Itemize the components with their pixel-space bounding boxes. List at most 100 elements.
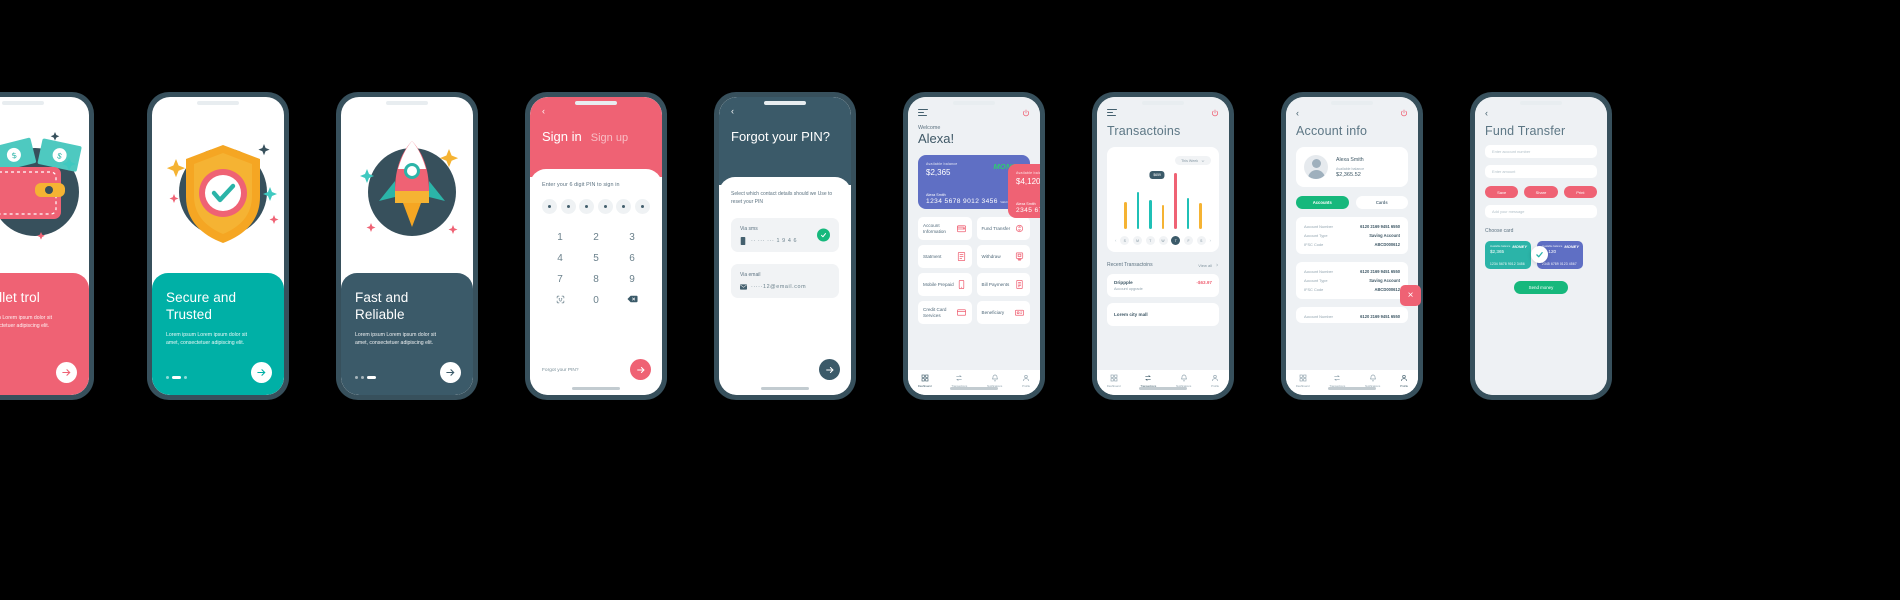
tab-profile[interactable]: Profile [1022,374,1030,388]
key-0[interactable]: 0 [578,295,614,307]
tab-transactions[interactable]: Transactions [1140,374,1156,388]
tab-notifications[interactable]: Notifications [1176,374,1191,388]
account-card[interactable]: Account Number 6120 2169 9451 6550 [1296,307,1408,323]
dot[interactable] [355,376,358,379]
tab-notifications[interactable]: Notifications [987,374,1002,388]
day-s[interactable]: S [1120,236,1130,245]
tab-dashboard[interactable]: Dashboard [918,374,932,388]
share-button[interactable]: Share [1524,186,1558,198]
dot[interactable] [184,376,187,379]
card-option-1[interactable]: MONEY Available balance $2,365 1234 5678… [1485,241,1531,269]
pagination-dots[interactable] [166,376,187,379]
pin-cell[interactable] [579,199,595,214]
next-button[interactable] [251,362,272,383]
view-all-link[interactable]: View all [1198,263,1219,268]
key-8[interactable]: 8 [578,274,614,285]
backspace-icon[interactable] [614,295,650,307]
secondary-card[interactable]: Available balance $4,120 Alexa Smith 234… [1008,164,1040,219]
pin-cell[interactable] [597,199,613,214]
card-chooser[interactable]: MONEY Available balance $2,365 1234 5678… [1485,241,1597,269]
tab-signup[interactable]: Sign up [591,132,628,144]
tile-withdraw[interactable]: Withdraw [976,245,1030,269]
back-button[interactable]: ‹ [542,107,545,116]
pin-cell[interactable] [616,199,632,214]
key-4[interactable]: 4 [542,253,578,264]
tab-dashboard[interactable]: Dashboard [1296,374,1310,388]
segment-cards[interactable]: Cards [1355,196,1408,209]
menu-icon[interactable] [918,109,928,118]
close-icon[interactable]: × [1400,285,1421,306]
save-button[interactable]: Save [1485,186,1519,198]
pin-cell[interactable] [542,199,557,214]
range-selector[interactable]: This Week [1175,156,1211,165]
key-9[interactable]: 9 [614,274,650,285]
bottom-tab-bar[interactable]: Dashboard Transactions Notifications Pro… [1097,370,1229,395]
pin-cell[interactable] [634,199,650,214]
pagination-dots[interactable] [355,376,376,379]
key-7[interactable]: 7 [542,274,578,285]
transaction-row[interactable]: Lorem city mall [1107,303,1219,326]
dot[interactable] [361,376,364,379]
next-button[interactable] [56,362,77,383]
day-s2[interactable]: S [1196,236,1206,245]
key-5[interactable]: 5 [578,253,614,264]
tile-mobile-prepaid[interactable]: Mobile Prepaid [918,273,972,297]
chevron-left-icon[interactable]: ‹ [1115,238,1117,243]
day-m[interactable]: M [1133,236,1142,245]
key-1[interactable]: 1 [542,232,578,243]
dot-active[interactable] [172,376,181,379]
message-input[interactable]: Add your message [1485,205,1597,218]
account-card[interactable]: Account Number 6120 2169 9451 6550 Accoun… [1296,217,1408,254]
segmented-control[interactable]: Accounts Cards [1296,196,1408,209]
tile-fund-transfer[interactable]: Fund Transfer [976,217,1030,241]
transaction-row[interactable]: Drippple Account upgrade -$63.97 [1107,274,1219,297]
day-t[interactable]: T [1145,236,1155,245]
back-button[interactable]: ‹ [1485,109,1488,118]
forgot-pin-link[interactable]: Forgot your PIN? [542,368,579,373]
tab-dashboard[interactable]: Dashboard [1107,374,1121,388]
tab-signin[interactable]: Sign in [542,129,582,144]
bottom-tab-bar[interactable]: Dashboard Transactions Notifications Pro… [908,370,1040,395]
day-f[interactable]: F [1184,236,1193,245]
chevron-right-icon[interactable]: › [1210,238,1212,243]
account-number-input[interactable]: Enter account number [1485,145,1597,158]
print-button[interactable]: Print [1563,186,1597,198]
amount-input[interactable]: Enter amount [1485,165,1597,178]
segment-accounts[interactable]: Accounts [1296,196,1349,209]
tile-beneficiary[interactable]: Beneficiary [976,301,1030,325]
bottom-tab-bar[interactable]: Dashboard Transactions Notifications Pro… [1286,370,1418,395]
day-t-selected[interactable]: T [1171,236,1181,245]
key-6[interactable]: 6 [614,253,650,264]
tab-notifications[interactable]: Notifications [1365,374,1380,388]
tab-transactions[interactable]: Transactions [1329,374,1345,388]
day-selector[interactable]: ‹ S M T W T F S › [1115,236,1211,245]
key-3[interactable]: 3 [614,232,650,243]
face-id-icon[interactable] [542,295,578,307]
account-card[interactable]: Account Number 6120 2169 9451 6550 Accoun… [1296,262,1408,299]
back-button[interactable]: ‹ [1296,109,1299,118]
dot-active[interactable] [367,376,376,379]
tab-profile[interactable]: Profile [1400,374,1408,388]
pin-input[interactable] [542,199,650,214]
next-button[interactable] [440,362,461,383]
back-button[interactable]: ‹ [731,107,734,116]
pin-cell[interactable] [560,199,576,214]
submit-button[interactable] [819,359,840,380]
option-via-sms[interactable]: Via sms ·· ··· ··· 1 9 4 6 [731,218,839,252]
send-money-button[interactable]: Send money [1514,281,1568,294]
fund-transfer-screen: ‹ Fund Transfer Enter account number Ent… [1475,97,1607,395]
tile-credit-card-services[interactable]: Credit Card Services [918,301,972,325]
submit-button[interactable] [630,359,651,380]
key-2[interactable]: 2 [578,232,614,243]
tile-statment[interactable]: Statment [918,245,972,269]
tab-transactions[interactable]: Transactions [951,374,967,388]
menu-icon[interactable] [1107,109,1117,118]
tile-bill-payments[interactable]: Bill Payments [976,273,1030,297]
day-w[interactable]: W [1158,236,1168,245]
tile-account-information[interactable]: Account Information [918,217,972,241]
dot[interactable] [166,376,169,379]
option-via-email[interactable]: Via email ·····12@email.com [731,264,839,298]
numeric-keypad[interactable]: 1 2 3 4 5 6 7 8 9 0 [542,232,650,307]
tab-profile[interactable]: Profile [1211,374,1219,388]
transaction-sub: Account upgrade [1114,287,1143,291]
